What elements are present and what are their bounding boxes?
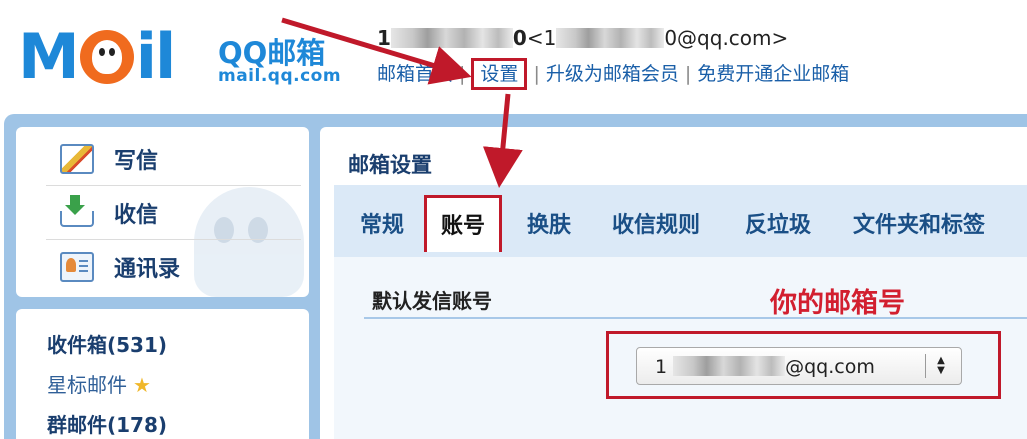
select-value-suffix: @qq.com — [785, 356, 875, 378]
link-separator: | — [684, 63, 692, 85]
blurred-account — [673, 356, 786, 376]
compose-label: 写信 — [114, 149, 159, 174]
contacts-icon — [60, 252, 94, 282]
link-separator: | — [459, 63, 466, 85]
compose-icon — [60, 144, 94, 174]
tab-receive-rules[interactable]: 收信规则 — [612, 207, 700, 239]
tab-skin[interactable]: 换肤 — [527, 207, 571, 239]
default-sender-heading: 默认发信账号 — [372, 289, 492, 313]
blurred-email — [556, 28, 665, 48]
top-links: 邮箱首页 | 设置 | 升级为邮箱会员 | 免费开通企业邮箱 — [377, 58, 849, 90]
qq-penguin-icon — [79, 29, 134, 84]
settings-link[interactable]: 设置 — [471, 58, 528, 90]
blurred-user-name — [390, 28, 513, 48]
user-identity: 1 0<1 0@qq.com> — [377, 26, 788, 50]
select-value-prefix: 1 — [655, 356, 668, 378]
star-icon: ★ — [133, 373, 151, 397]
tab-general[interactable]: 常规 — [360, 207, 404, 239]
user-email-prefix: <1 — [526, 26, 557, 50]
logo-wordmark: Mil — [18, 20, 176, 93]
tab-folders-labels[interactable]: 文件夹和标签 — [853, 207, 985, 239]
mailbox-home-link[interactable]: 邮箱首页 — [377, 63, 453, 85]
folder-starred[interactable]: 星标邮件 ★ — [47, 369, 151, 398]
folder-list: 收件箱(531) 星标邮件 ★ 群邮件(178) — [16, 309, 309, 439]
folder-group-mail[interactable]: 群邮件(178) — [47, 409, 167, 438]
enterprise-mail-link[interactable]: 免费开通企业邮箱 — [697, 63, 849, 85]
select-divider — [925, 354, 926, 378]
user-name-suffix: 0 — [512, 26, 527, 50]
receive-label: 收信 — [114, 203, 159, 228]
contacts-button[interactable]: 通讯录 — [46, 241, 301, 293]
compose-button[interactable]: 写信 — [46, 133, 301, 186]
folder-starred-label: 星标邮件 — [47, 373, 127, 397]
user-email-suffix: 0@qq.com> — [664, 26, 789, 50]
contacts-label: 通讯录 — [114, 257, 181, 282]
settings-tabs: 常规 账号 换肤 收信规则 反垃圾 文件夹和标签 — [334, 185, 1027, 257]
qq-mail-logo[interactable]: Mil QQ邮箱 mail.qq.com — [18, 22, 348, 92]
section-divider — [364, 317, 1027, 319]
page-title: 邮箱设置 — [348, 153, 432, 177]
inbox-download-icon — [60, 195, 94, 227]
tab-account[interactable]: 账号 — [424, 195, 503, 252]
link-separator: | — [533, 63, 540, 85]
logo-domain-text: mail.qq.com — [218, 66, 342, 86]
folder-inbox[interactable]: 收件箱(531) — [47, 329, 167, 358]
tab-anti-spam[interactable]: 反垃圾 — [745, 207, 811, 239]
select-value: 1 @qq.com — [655, 356, 875, 378]
user-name-prefix: 1 — [377, 26, 391, 50]
upgrade-vip-link[interactable]: 升级为邮箱会员 — [546, 63, 679, 85]
settings-panel: 邮箱设置 常规 账号 换肤 收信规则 反垃圾 文件夹和标签 默认发信账号 你的邮… — [320, 127, 1027, 439]
default-sender-select[interactable]: 1 @qq.com ▲ ▼ — [636, 347, 962, 385]
account-settings-content: 默认发信账号 你的邮箱号 1 @qq.com ▲ ▼ — [334, 257, 1027, 439]
receive-button[interactable]: 收信 — [46, 187, 301, 240]
up-down-chevron-icon: ▲ ▼ — [937, 355, 945, 376]
annotation-label: 你的邮箱号 — [770, 288, 905, 319]
sidebar-nav: 写信 收信 通讯录 — [16, 127, 309, 297]
